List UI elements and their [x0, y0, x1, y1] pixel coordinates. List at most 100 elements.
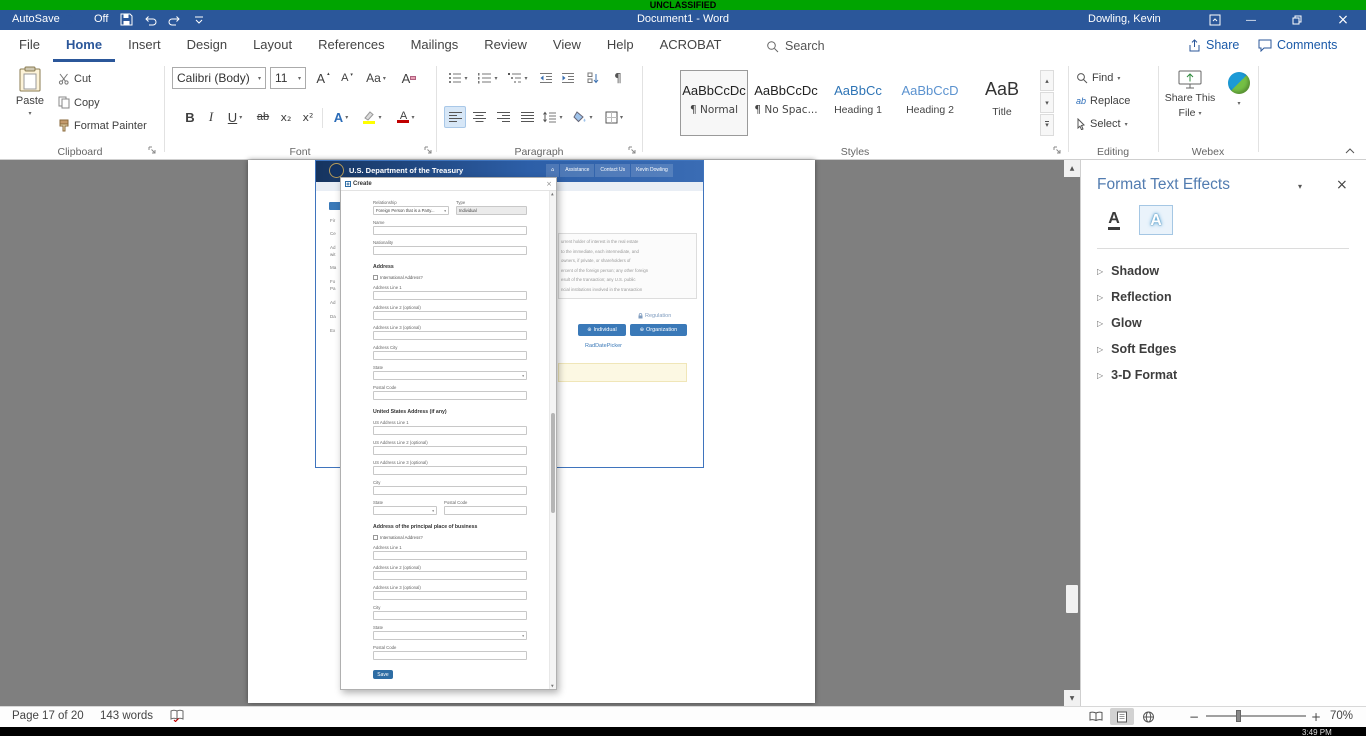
clipboard-dialog-launcher-icon[interactable] — [148, 146, 157, 155]
tab-references[interactable]: References — [305, 30, 397, 62]
section-soft-edges[interactable]: ▷Soft Edges — [1097, 336, 1349, 362]
redo-icon[interactable] — [168, 15, 181, 26]
comments-button[interactable]: Comments — [1258, 38, 1337, 52]
find-icon — [1076, 72, 1088, 84]
styles-scroll-down[interactable]: ▾ — [1040, 92, 1054, 113]
embedded-screenshot-create-modal[interactable]: Create × Relationship Foreign Person tha… — [340, 177, 557, 690]
restore-button[interactable] — [1274, 10, 1320, 30]
doc-scroll-down[interactable]: ▼ — [1064, 690, 1080, 707]
show-hide-marks-button[interactable]: ¶ — [608, 67, 628, 89]
collapse-ribbon-icon[interactable] — [1344, 147, 1356, 155]
clear-formatting-button[interactable]: A — [396, 67, 422, 89]
pane-close-icon[interactable]: × — [1336, 177, 1348, 193]
style-card-title[interactable]: AaB Title — [968, 70, 1036, 136]
bold-button[interactable]: B — [180, 106, 200, 128]
section-reflection[interactable]: ▷Reflection — [1097, 284, 1349, 310]
increase-indent-button[interactable] — [558, 67, 578, 89]
zoom-slider-track[interactable] — [1206, 715, 1306, 717]
cut-button[interactable]: Cut — [58, 73, 91, 85]
word-count[interactable]: 143 words — [100, 710, 153, 722]
doc-scroll-thumb[interactable] — [1066, 585, 1078, 613]
highlight-color-button[interactable]: ▾ — [358, 106, 386, 128]
multilevel-list-button[interactable]: ▾ — [504, 67, 532, 89]
zoom-level[interactable]: 70% — [1330, 710, 1353, 722]
print-layout-icon[interactable] — [1110, 708, 1134, 725]
taskbar-clock[interactable]: 3:49 PM — [1302, 728, 1332, 736]
text-effects-icon[interactable]: A — [1139, 205, 1173, 235]
font-size-combo[interactable]: 11▾ — [270, 67, 306, 89]
align-right-button[interactable] — [492, 106, 514, 128]
tab-help[interactable]: Help — [594, 30, 647, 62]
share-this-file-button[interactable]: Share This File▾ — [1164, 70, 1216, 119]
line-spacing-button[interactable]: ▾ — [540, 106, 566, 128]
page-indicator[interactable]: Page 17 of 20 — [12, 710, 84, 722]
tab-acrobat[interactable]: ACROBAT — [647, 30, 735, 62]
undo-icon[interactable] — [144, 15, 157, 26]
decrease-indent-button[interactable] — [536, 67, 556, 89]
align-center-button[interactable] — [468, 106, 490, 128]
shrink-font-button[interactable]: A▾ — [336, 67, 358, 89]
paragraph-dialog-launcher-icon[interactable] — [628, 146, 637, 155]
copy-button[interactable]: Copy — [58, 96, 100, 109]
section-shadow[interactable]: ▷Shadow — [1097, 258, 1349, 284]
minimize-button[interactable]: — — [1228, 10, 1274, 30]
numbering-button[interactable]: ▾ — [474, 67, 502, 89]
tab-insert[interactable]: Insert — [115, 30, 174, 62]
search-box[interactable]: Search — [766, 39, 825, 53]
grow-font-button[interactable]: A▴ — [312, 67, 334, 89]
font-family-combo[interactable]: Calibri (Body)▾ — [172, 67, 266, 89]
align-left-button[interactable] — [444, 106, 466, 128]
strikethrough-button[interactable]: ab — [252, 106, 274, 128]
bullets-button[interactable]: ▾ — [444, 67, 472, 89]
close-button[interactable]: × — [1320, 10, 1366, 30]
format-painter-button[interactable]: Format Painter — [58, 119, 147, 132]
style-card-heading2[interactable]: AaBbCcD Heading 2 — [896, 70, 964, 136]
styles-dialog-launcher-icon[interactable] — [1053, 146, 1062, 155]
text-fill-outline-icon[interactable]: A — [1097, 205, 1131, 235]
web-layout-icon[interactable] — [1136, 708, 1160, 725]
proofing-icon[interactable] — [170, 709, 184, 722]
zoom-out-button[interactable]: − — [1186, 706, 1202, 727]
read-mode-icon[interactable] — [1084, 708, 1108, 725]
tab-review[interactable]: Review — [471, 30, 540, 62]
tab-view[interactable]: View — [540, 30, 594, 62]
customize-quick-access-icon[interactable] — [194, 16, 204, 25]
justify-button[interactable] — [516, 106, 538, 128]
webex-button[interactable]: ▾ — [1222, 72, 1256, 107]
font-dialog-launcher-icon[interactable] — [424, 146, 433, 155]
tab-mailings[interactable]: Mailings — [398, 30, 472, 62]
pane-dropdown-icon[interactable]: ▾ — [1298, 182, 1302, 191]
style-card-heading1[interactable]: AaBbCc Heading 1 — [824, 70, 892, 136]
font-color-button[interactable]: A▾ — [392, 106, 420, 128]
save-icon[interactable] — [120, 13, 133, 26]
section-glow[interactable]: ▷Glow — [1097, 310, 1349, 336]
style-card-no-spacing[interactable]: AaBbCcDc ¶ No Spac... — [752, 70, 820, 136]
tab-file[interactable]: File — [6, 30, 53, 62]
shading-button[interactable]: ▾ — [570, 106, 596, 128]
tab-design[interactable]: Design — [174, 30, 240, 62]
subscript-button[interactable]: x₂ — [276, 106, 296, 128]
doc-scroll-up[interactable]: ▲ — [1064, 160, 1080, 177]
style-card-normal[interactable]: AaBbCcDc ¶ Normal — [680, 70, 748, 136]
tab-home[interactable]: Home — [53, 30, 115, 62]
share-button[interactable]: Share — [1188, 38, 1239, 52]
styles-gallery-more[interactable]: ▾ — [1040, 114, 1054, 136]
change-case-button[interactable]: Aa▾ — [362, 67, 390, 89]
underline-button[interactable]: U▾ — [222, 106, 248, 128]
styles-scroll-up[interactable]: ▴ — [1040, 70, 1054, 91]
select-button[interactable]: Select▾ — [1076, 118, 1128, 130]
borders-button[interactable]: ▾ — [600, 106, 628, 128]
italic-button[interactable]: I — [202, 106, 220, 128]
replace-button[interactable]: ab Replace — [1076, 95, 1130, 107]
form-label-fragment: wit — [330, 252, 336, 257]
sort-button[interactable] — [582, 67, 604, 89]
find-button[interactable]: Find▾ — [1076, 72, 1120, 84]
paste-button[interactable]: Paste ▾ — [8, 66, 52, 117]
section-3d-format[interactable]: ▷3-D Format — [1097, 362, 1349, 388]
account-user-name[interactable]: Dowling, Kevin — [1088, 13, 1161, 25]
zoom-in-button[interactable]: + — [1308, 706, 1324, 727]
tab-layout[interactable]: Layout — [240, 30, 305, 62]
text-effects-button[interactable]: A▾ — [328, 106, 354, 128]
superscript-button[interactable]: x² — [298, 106, 318, 128]
zoom-slider-thumb[interactable] — [1236, 710, 1241, 722]
